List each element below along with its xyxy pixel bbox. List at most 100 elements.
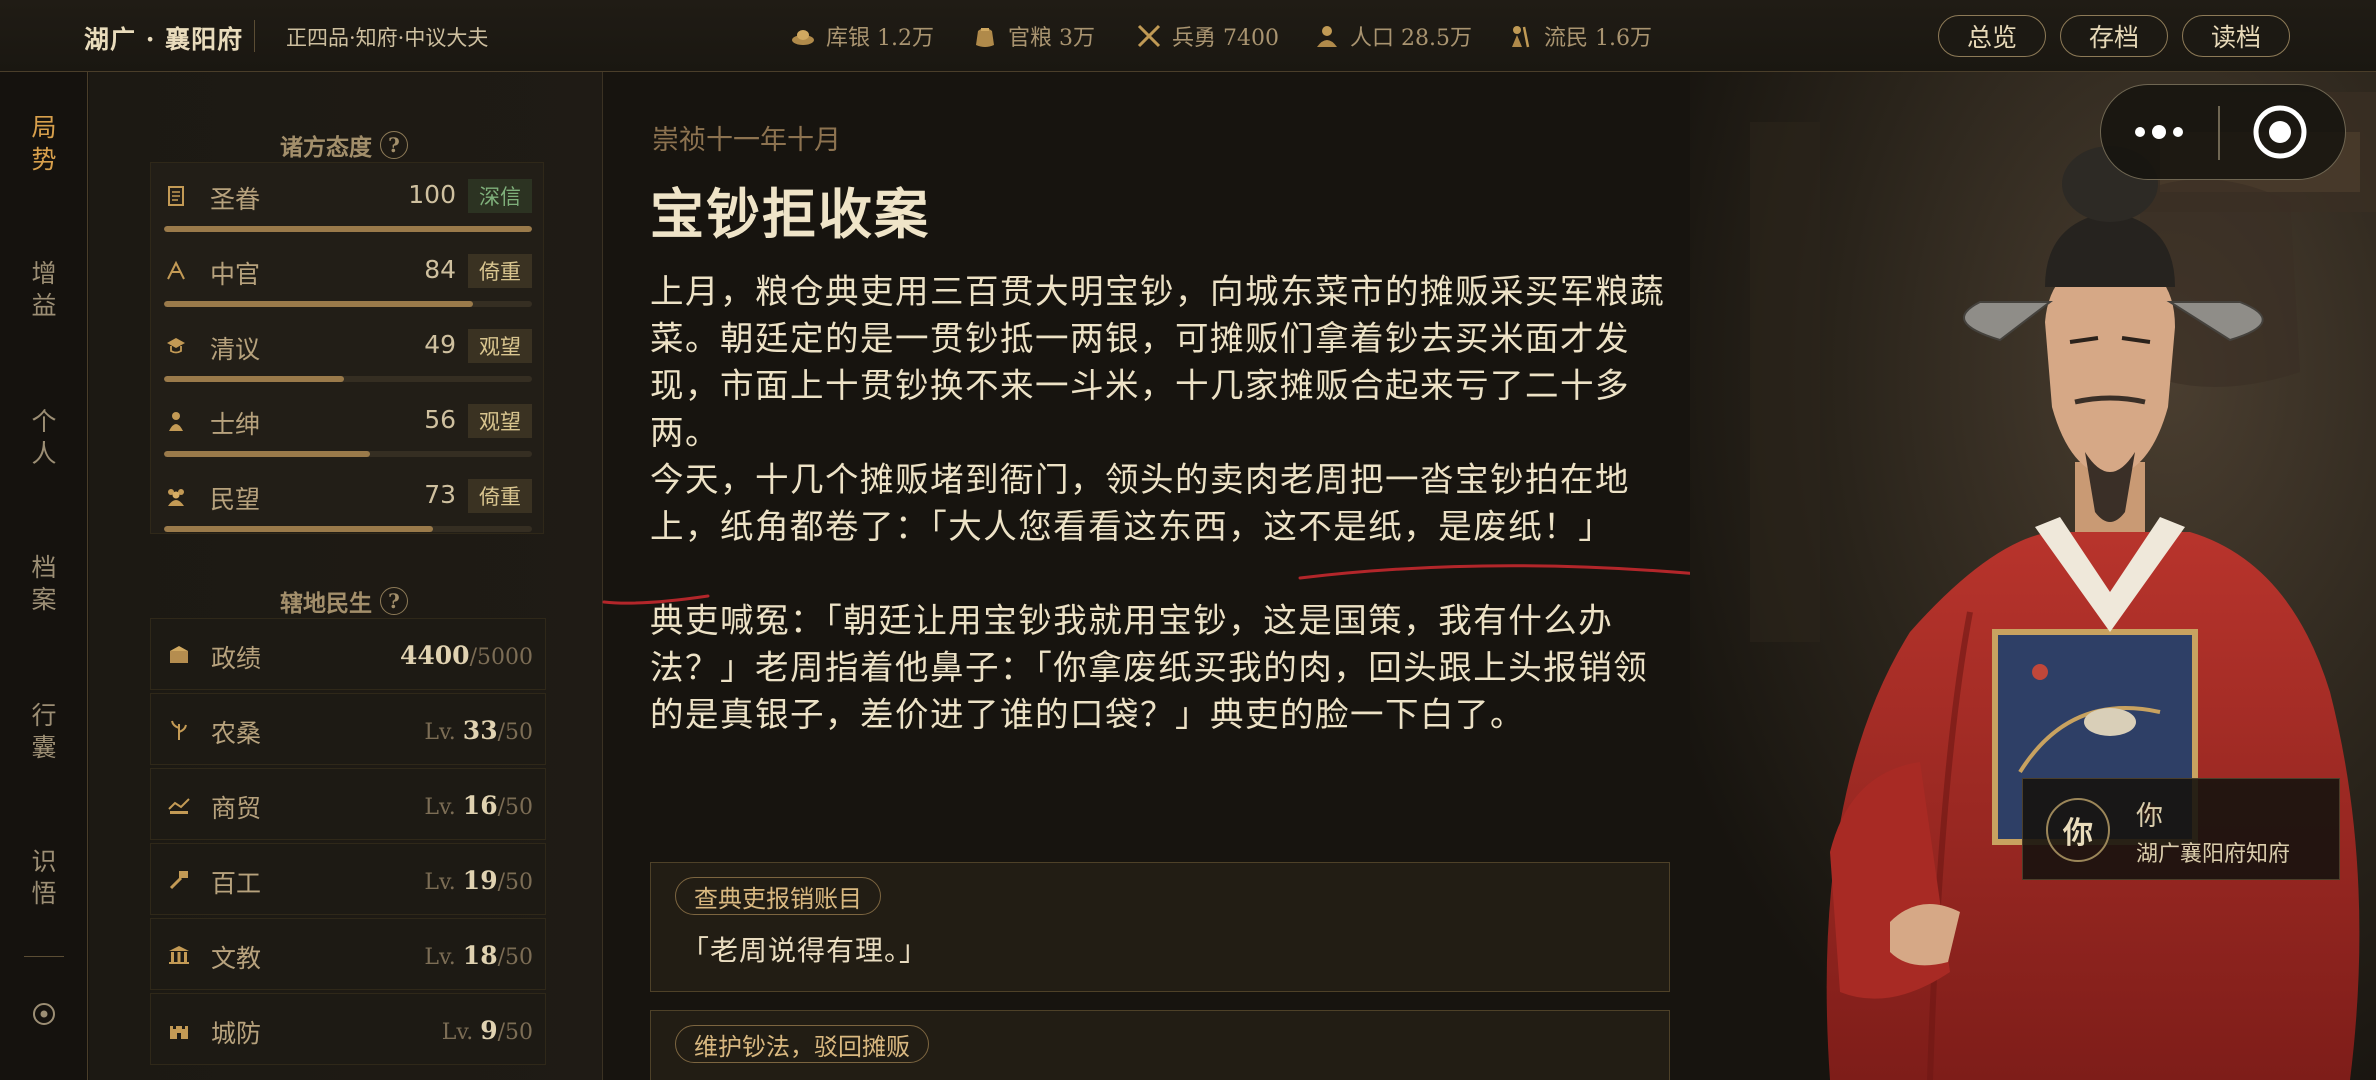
stat-refugees-label: 流民 1.6万 [1544, 26, 1652, 51]
nav-situation[interactable]: 局 势 [0, 112, 88, 176]
population-icon [1317, 26, 1337, 47]
nav-archive[interactable]: 档 案 [0, 552, 88, 616]
scholar-icon [167, 338, 185, 354]
silver-ingot-icon [792, 30, 814, 45]
stat-refugees: 流民 1.6万 [1508, 20, 1652, 52]
metric-row[interactable]: 政绩 4400/5000 [150, 618, 546, 690]
official-portrait [1690, 72, 2376, 1080]
nav-buffs[interactable]: 增 益 [0, 258, 88, 322]
metric-current: 33 [462, 716, 498, 745]
save-button[interactable]: 存档 [2060, 15, 2168, 57]
nav-inventory-label: 行 囊 [31, 701, 57, 762]
attitude-value: 84 [424, 255, 456, 284]
nav-buffs-label: 增 益 [31, 259, 57, 320]
metric-row[interactable]: 商贸 Lv. 16/50 [150, 768, 546, 840]
metrics-title-text: 辖地民生 [280, 590, 372, 617]
stat-population: 人口 28.5万 [1314, 20, 1472, 52]
refugee-icon [1512, 26, 1530, 48]
metric-name: 农桑 [211, 719, 262, 748]
attitude-bar [164, 376, 532, 382]
attitude-row: 圣眷 100 深信 [164, 174, 534, 234]
metric-prefix: Lv. [441, 1020, 474, 1045]
metric-max: /50 [497, 945, 533, 970]
metric-name: 商贸 [211, 794, 262, 823]
attitudes-help-icon[interactable]: ? [380, 131, 408, 159]
attitude-badge: 深信 [468, 179, 532, 213]
metric-row[interactable]: 文教 Lv. 18/50 [150, 918, 546, 990]
region-title: 湖广 · 襄阳府 [84, 25, 244, 54]
craft-icon [169, 871, 188, 890]
attitude-bar-fill [164, 451, 371, 457]
metric-value: Lv. 18/50 [424, 941, 533, 970]
metric-value: Lv. 33/50 [424, 716, 533, 745]
stat-population-label: 人口 28.5万 [1350, 26, 1472, 51]
metric-prefix: Lv. [424, 720, 456, 745]
metrics-title: 辖地民生 ? [280, 584, 408, 618]
metric-name: 政绩 [211, 644, 262, 673]
stat-grain: 官粮 3万 [972, 20, 1095, 52]
metric-max: /50 [497, 870, 533, 895]
fortress-icon [170, 1026, 188, 1039]
metric-row[interactable]: 城防 Lv. 9/50 [150, 993, 546, 1065]
choice-option[interactable]: 维护钞法，驳回摊贩 [650, 1010, 1670, 1080]
attitude-badge: 观望 [468, 329, 532, 363]
red-ink-underline [602, 564, 1732, 605]
attitude-name: 士绅 [210, 410, 261, 439]
nav-insight[interactable]: 识 悟 [0, 846, 88, 910]
metric-value: Lv. 19/50 [424, 866, 533, 895]
attitude-name: 民望 [210, 485, 261, 514]
attitude-bar [164, 451, 532, 457]
metric-row[interactable]: 百工 Lv. 19/50 [150, 843, 546, 915]
choice-option[interactable]: 查典吏报销账目 「老周说得有理。」 [650, 862, 1670, 992]
metric-prefix: Lv. [424, 870, 456, 895]
eunuch-icon [167, 260, 185, 280]
attitude-row: 中官 84 倚重 [164, 249, 534, 309]
load-button[interactable]: 读档 [2182, 15, 2290, 57]
metric-max: /5000 [469, 645, 533, 670]
attitude-value: 56 [424, 405, 456, 434]
attitudes-title-text: 诸方态度 [280, 134, 372, 161]
attitude-bar [164, 226, 532, 232]
choice-text: 「老周说得有理。」 [681, 934, 929, 967]
story-paragraph: 典吏喊冤：「朝廷让用宝钞我就用宝钞，这是国策，我有什么办法？」老周指着他鼻子：「… [650, 601, 1649, 734]
player-name: 你 [2136, 801, 2163, 832]
attitude-value: 49 [424, 330, 456, 359]
choice-tag: 维护钞法，驳回摊贩 [675, 1025, 929, 1063]
event-date: 崇祯十一年十月 [652, 125, 841, 156]
target-circle-icon[interactable] [30, 1000, 58, 1028]
attitude-value: 73 [424, 480, 456, 509]
metric-current: 16 [462, 791, 498, 820]
metric-max: /50 [497, 795, 533, 820]
attitude-row: 士绅 56 观望 [164, 399, 534, 459]
more-dots-icon[interactable] [2130, 118, 2188, 146]
record-circle-icon[interactable] [2252, 104, 2308, 160]
metric-value: Lv. 9/50 [442, 1016, 533, 1045]
attitude-name: 清议 [210, 335, 261, 364]
story-paragraph: 今天，十几个摊贩堵到衙门，领头的卖肉老周把一沓宝钞拍在地上，纸角都卷了：「大人您… [650, 460, 1630, 546]
attitude-bar-fill [164, 301, 474, 307]
metric-current: 9 [480, 1016, 498, 1045]
metric-prefix: Lv. [424, 945, 456, 970]
metric-name: 城防 [211, 1019, 262, 1048]
metric-name: 文教 [211, 944, 262, 973]
stat-soldiers-label: 兵勇 7400 [1172, 26, 1279, 51]
metric-max: /50 [497, 720, 533, 745]
grain-sack-icon [976, 28, 994, 47]
attitude-bar-fill [164, 526, 433, 532]
nav-personal[interactable]: 个 人 [0, 406, 88, 470]
nav-insight-label: 识 悟 [31, 847, 57, 908]
metric-current: 4400 [400, 641, 470, 670]
nav-inventory[interactable]: 行 囊 [0, 700, 88, 764]
attitude-bar-fill [164, 376, 345, 382]
event-title: 宝钞拒收案 [650, 182, 930, 246]
metric-row[interactable]: 农桑 Lv. 33/50 [150, 693, 546, 765]
attitude-row: 民望 73 倚重 [164, 474, 534, 534]
attitude-name: 中官 [210, 260, 261, 289]
story-paragraph: 上月，粮仓典吏用三百贯大明宝钞，向城东菜市的摊贩采买军粮蔬菜。朝廷定的是一贯钞抵… [650, 272, 1665, 452]
overview-button[interactable]: 总览 [1938, 15, 2046, 57]
metric-value: Lv. 16/50 [424, 791, 533, 820]
metrics-help-icon[interactable]: ? [380, 587, 408, 615]
nav-personal-label: 个 人 [31, 407, 57, 468]
nav-divider [24, 956, 64, 957]
stat-grain-label: 官粮 3万 [1008, 26, 1095, 51]
